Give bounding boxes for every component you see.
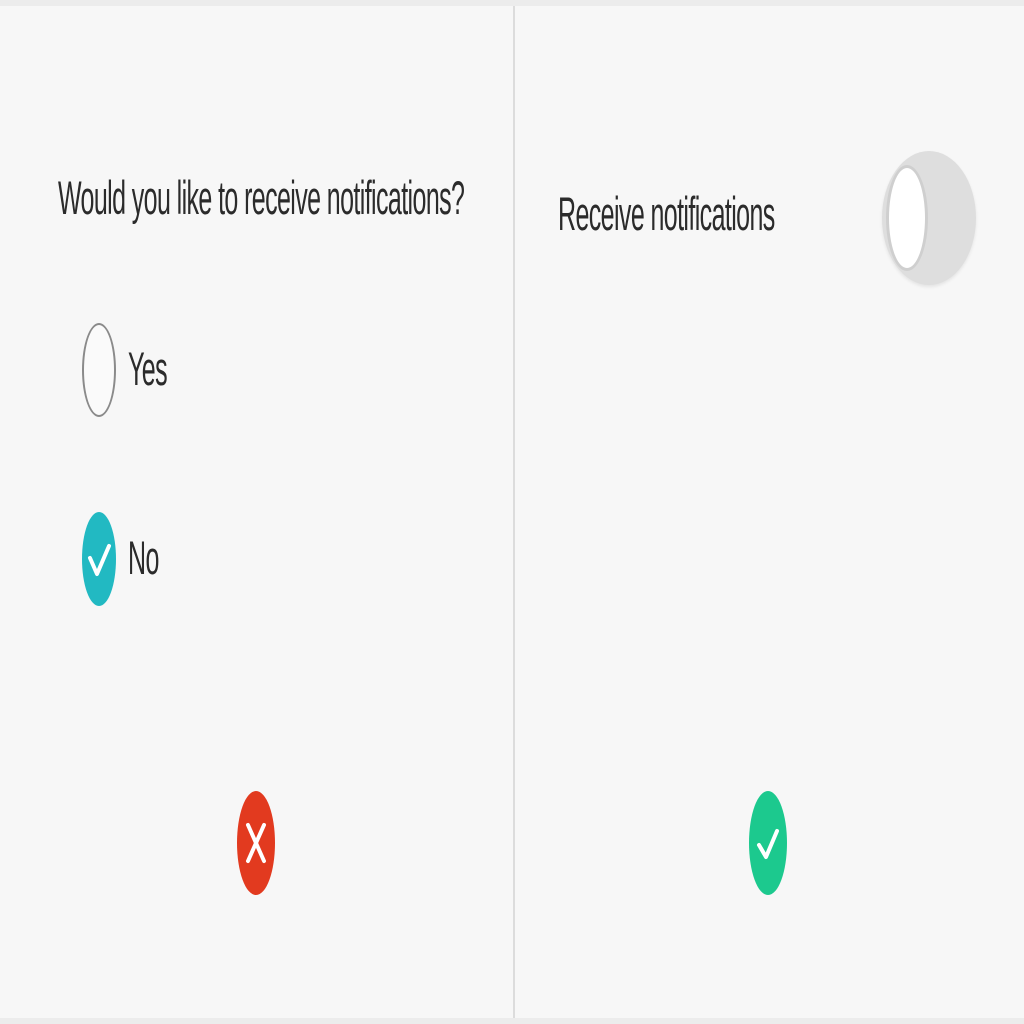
option-no-label: No: [128, 531, 159, 585]
radio-example-panel: Would you like to receive notifications?…: [0, 6, 513, 1018]
toggle-knob[interactable]: [886, 165, 928, 271]
radio-yes[interactable]: [82, 323, 116, 417]
question-text: Would you like to receive notifications?: [58, 172, 465, 226]
toggle-label: Receive notifications: [558, 188, 775, 242]
incorrect-indicator: [237, 791, 275, 895]
check-icon: [757, 829, 779, 859]
option-no[interactable]: No: [82, 512, 159, 606]
option-yes-label: Yes: [128, 342, 168, 396]
toggle-example-panel: Receive notifications: [515, 6, 1024, 1018]
correct-indicator: [749, 791, 787, 895]
radio-no-checked[interactable]: [82, 512, 116, 606]
checkmark-icon: [88, 544, 111, 576]
comparison-frame: Would you like to receive notifications?…: [0, 6, 1024, 1018]
option-yes[interactable]: Yes: [82, 323, 168, 417]
notifications-toggle[interactable]: [882, 151, 976, 285]
x-icon: [246, 823, 266, 863]
